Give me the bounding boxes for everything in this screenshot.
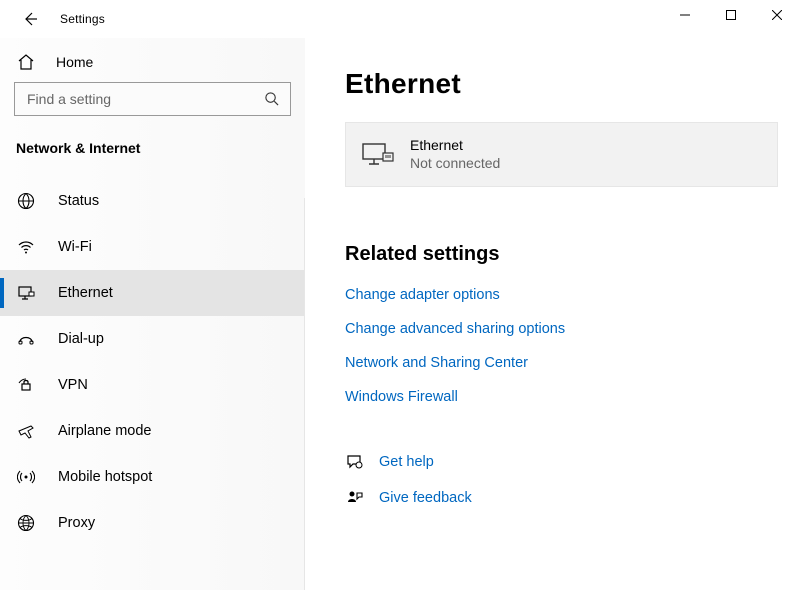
feedback-icon — [345, 488, 365, 508]
sidebar-item-dialup[interactable]: Dial-up — [0, 316, 305, 362]
sidebar-item-label: Proxy — [58, 515, 95, 531]
vpn-icon — [16, 375, 36, 395]
sidebar-item-label: Mobile hotspot — [58, 469, 152, 485]
airplane-icon — [16, 421, 36, 441]
sidebar-item-wifi[interactable]: Wi-Fi — [0, 224, 305, 270]
help-get-help: Get help — [345, 444, 778, 480]
chat-help-icon — [345, 452, 365, 472]
search-input[interactable] — [25, 90, 264, 108]
link-network-sharing-center[interactable]: Network and Sharing Center — [345, 346, 778, 380]
maximize-icon — [726, 10, 736, 20]
sidebar-item-hotspot[interactable]: Mobile hotspot — [0, 454, 305, 500]
back-button[interactable] — [14, 3, 46, 35]
sidebar-item-ethernet[interactable]: Ethernet — [0, 270, 305, 316]
sidebar-home[interactable]: Home — [0, 46, 305, 82]
home-icon — [16, 52, 36, 72]
minimize-icon — [680, 10, 690, 20]
link-windows-firewall[interactable]: Windows Firewall — [345, 380, 778, 414]
related-links: Change adapter options Change advanced s… — [345, 278, 778, 414]
search-box[interactable] — [14, 82, 291, 116]
sidebar-item-proxy[interactable]: Proxy — [0, 500, 305, 546]
ethernet-connection-card[interactable]: Ethernet Not connected — [345, 122, 778, 187]
window-title: Settings — [60, 12, 105, 26]
feedback-link-label[interactable]: Give feedback — [379, 490, 472, 506]
close-icon — [772, 10, 782, 20]
close-button[interactable] — [754, 0, 800, 30]
minimize-button[interactable] — [662, 0, 708, 30]
sidebar-item-label: Dial-up — [58, 331, 104, 347]
ethernet-icon — [16, 283, 36, 303]
proxy-icon — [16, 513, 36, 533]
sidebar-item-airplane[interactable]: Airplane mode — [0, 408, 305, 454]
connection-status: Not connected — [410, 155, 500, 173]
dialup-icon — [16, 329, 36, 349]
search-icon — [264, 91, 280, 107]
help-feedback: Give feedback — [345, 480, 778, 516]
sidebar-section-label: Network & Internet — [0, 116, 305, 170]
sidebar-nav: Status Wi-Fi Ethernet Dial-up — [0, 170, 305, 546]
link-adapter-options[interactable]: Change adapter options — [345, 278, 778, 312]
sidebar-item-label: Airplane mode — [58, 423, 152, 439]
globe-icon — [16, 191, 36, 211]
sidebar-item-label: VPN — [58, 377, 88, 393]
help-links: Get help Give feedback — [345, 444, 778, 516]
help-link-label[interactable]: Get help — [379, 454, 434, 470]
maximize-button[interactable] — [708, 0, 754, 30]
sidebar: Home Network & Internet Status — [0, 38, 305, 590]
connection-name: Ethernet — [410, 137, 500, 155]
hotspot-icon — [16, 467, 36, 487]
sidebar-item-label: Status — [58, 193, 99, 209]
link-sharing-options[interactable]: Change advanced sharing options — [345, 312, 778, 346]
main-content: Ethernet Ethernet Not connected Related … — [305, 38, 800, 590]
wifi-icon — [16, 237, 36, 257]
sidebar-item-vpn[interactable]: VPN — [0, 362, 305, 408]
sidebar-item-label: Ethernet — [58, 285, 113, 301]
sidebar-home-label: Home — [56, 54, 93, 70]
page-title: Ethernet — [345, 68, 778, 100]
related-settings-heading: Related settings — [345, 243, 778, 266]
window-controls — [662, 0, 800, 30]
sidebar-item-status[interactable]: Status — [0, 178, 305, 224]
arrow-left-icon — [22, 11, 38, 27]
ethernet-monitor-icon — [360, 140, 396, 170]
sidebar-item-label: Wi-Fi — [58, 239, 92, 255]
